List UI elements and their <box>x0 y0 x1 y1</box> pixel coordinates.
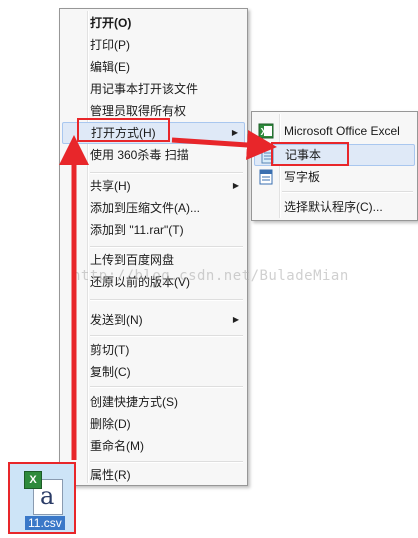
annotation-arrow-right <box>171 130 277 160</box>
annotation-arrows <box>59 130 277 460</box>
